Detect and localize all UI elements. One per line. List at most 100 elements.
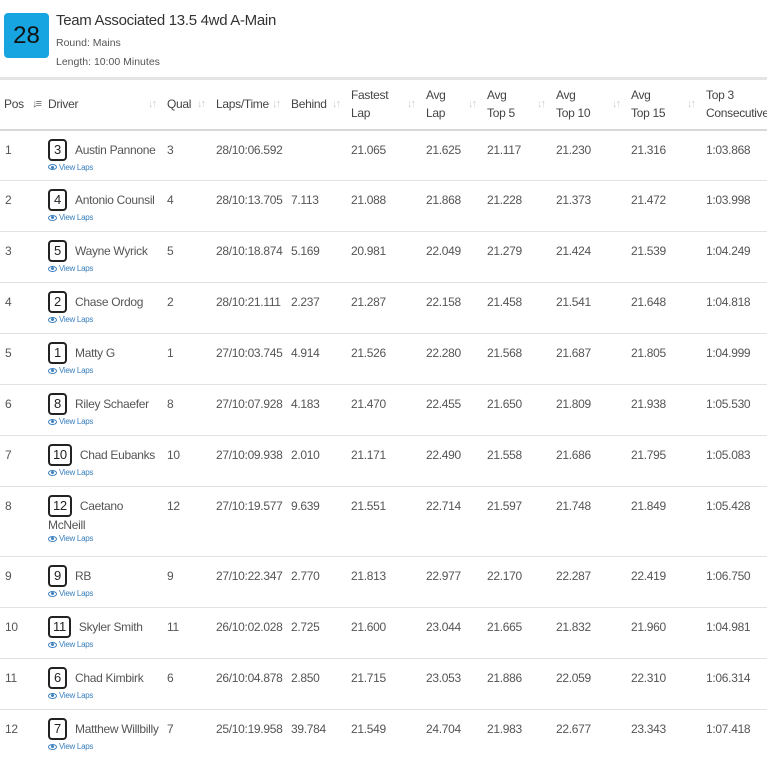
column-label-behind: Behind [291,97,327,112]
behind-cell: 2.770 [291,569,320,583]
column-header-avg-top-15[interactable]: Avg Top 15 ↓↑ [627,77,702,131]
column-header-laps-time[interactable]: Laps/Time ↓↑ [212,77,287,131]
behind-cell: 39.784 [291,722,326,736]
driver-name[interactable]: Antonio Counsil [75,193,155,207]
avg-top-5-cell: 21.279 [487,244,522,258]
car-number-badge: 5 [48,240,67,262]
qual-cell: 12 [167,499,180,513]
driver-name[interactable]: Chad Eubanks [80,448,155,462]
fastest-lap-cell: 21.287 [351,295,386,309]
column-header-avg-top-10[interactable]: Avg Top 10 ↓↑ [552,77,627,131]
driver-name[interactable]: RB [75,569,91,583]
driver-name[interactable]: Wayne Wyrick [75,244,148,258]
driver-cell: 3 Austin Pannone View Laps [44,130,163,181]
sort-icon[interactable]: ↓≡ [32,95,42,113]
view-laps-link[interactable]: View Laps [48,315,159,324]
view-laps-link[interactable]: View Laps [48,534,159,543]
table-row: 2 4 Antonio Counsil View Laps 4 28/10:13.705 7… [0,181,767,232]
pos-cell: 10 [5,620,18,634]
view-laps-link[interactable]: View Laps [48,640,159,649]
view-laps-link[interactable]: View Laps [48,366,159,375]
top-3-consecutive-cell: 1:05.530 [706,397,751,411]
view-laps-link[interactable]: View Laps [48,589,159,598]
view-laps-label: View Laps [59,589,94,598]
driver-name[interactable]: Riley Schaefer [75,397,149,411]
behind-cell: 2.725 [291,620,320,634]
avg-top-15-cell: 21.316 [631,142,666,157]
driver-name[interactable]: Matty G [75,346,115,360]
avg-top-15-cell: 21.849 [631,499,666,513]
qual-cell: 4 [167,193,174,207]
view-laps-link[interactable]: View Laps [48,742,159,751]
sort-icon[interactable]: ↓↑ [148,95,157,113]
column-header-qual[interactable]: Qual ↓↑ [163,77,212,131]
avg-top-5-cell: 21.568 [487,346,522,360]
view-laps-link[interactable]: View Laps [48,264,159,273]
view-laps-link[interactable]: View Laps [48,213,159,222]
avg-top-10-cell: 22.287 [556,569,591,583]
sort-icon[interactable]: ↓↑ [537,95,546,113]
view-laps-label: View Laps [59,315,94,324]
sort-icon[interactable]: ↓↑ [687,95,696,113]
column-header-avg-lap[interactable]: Avg Lap ↓↑ [422,77,483,131]
column-header-top-3-consecutive[interactable]: Top 3 Consecutive↓↑ [702,77,767,131]
avg-top-15-cell: 21.539 [631,244,666,258]
driver-cell: 6 Chad Kimbirk View Laps [44,659,163,710]
fastest-lap-cell: 21.549 [351,722,386,736]
avg-top-10-cell: 22.677 [556,722,591,736]
column-header-avg-top-5[interactable]: Avg Top 5 ↓↑ [483,77,552,131]
avg-top-15-cell: 21.795 [631,448,666,462]
view-laps-link[interactable]: View Laps [48,691,159,700]
sort-icon[interactable]: ↓↑ [332,95,341,113]
column-header-driver[interactable]: Driver ↓↑ [44,77,163,131]
sort-icon[interactable]: ↓↑ [272,95,281,113]
column-header-pos[interactable]: Pos ↓≡ [0,77,44,131]
race-title: Team Associated 13.5 4wd A-Main [56,12,276,29]
driver-name[interactable]: Skyler Smith [79,620,143,634]
top-3-consecutive-cell: 1:06.314 [706,671,751,685]
top-3-consecutive-cell: 1:07.418 [706,722,751,736]
car-number-badge: 8 [48,393,67,415]
top-3-consecutive-cell: 1:03.998 [706,193,751,207]
qual-cell: 3 [167,142,174,157]
behind-cell: 2.850 [291,671,320,685]
eye-icon [48,367,57,374]
driver-cell: 8 Riley Schaefer View Laps [44,385,163,436]
column-label-avg-top-15: Avg Top 15 [631,88,666,121]
view-laps-label: View Laps [59,742,94,751]
fastest-lap-cell: 21.551 [351,499,386,513]
qual-cell: 2 [167,295,174,309]
view-laps-link[interactable]: View Laps [48,468,159,477]
pos-cell: 2 [5,193,12,207]
driver-name[interactable]: Austin Pannone [75,143,156,157]
race-length: Length: 10:00 Minutes [56,56,160,68]
sort-icon[interactable]: ↓↑ [468,95,477,113]
table-row: 7 10 Chad Eubanks View Laps 10 27/10:09.938 2.… [0,436,767,487]
qual-cell: 11 [167,620,179,634]
results-body: 1 3 Austin Pannone View Laps 3 28/10:06.592 21… [0,130,767,759]
avg-top-5-cell: 22.170 [487,569,522,583]
sort-icon[interactable]: ↓↑ [407,95,416,113]
avg-top-10-cell: 22.059 [556,671,591,685]
behind-cell: 7.113 [291,193,319,207]
top-3-consecutive-cell: 1:04.818 [706,295,751,309]
avg-lap-cell: 23.044 [426,620,461,634]
driver-name[interactable]: Matthew Willbilly [75,722,159,736]
column-header-fastest-lap[interactable]: Fastest Lap ↓↑ [347,77,422,131]
table-row: 4 2 Chase Ordog View Laps 2 28/10:21.111 2.237… [0,283,767,334]
view-laps-link[interactable]: View Laps [48,417,159,426]
driver-name[interactable]: Chad Kimbirk [75,671,144,685]
avg-top-5-cell: 21.665 [487,620,522,634]
eye-icon [48,214,57,221]
laps-time-cell: 25/10:19.958 [216,722,283,736]
sort-icon[interactable]: ↓↑ [612,95,621,113]
avg-top-5-cell: 21.886 [487,671,522,685]
driver-name[interactable]: Chase Ordog [75,295,143,309]
eye-icon [48,590,57,597]
fastest-lap-cell: 21.470 [351,397,386,411]
behind-cell: 2.010 [291,448,320,462]
sort-icon[interactable]: ↓↑ [197,95,206,113]
pos-cell: 11 [5,671,17,685]
view-laps-link[interactable]: View Laps [48,163,159,172]
column-header-behind[interactable]: Behind ↓↑ [287,77,347,131]
